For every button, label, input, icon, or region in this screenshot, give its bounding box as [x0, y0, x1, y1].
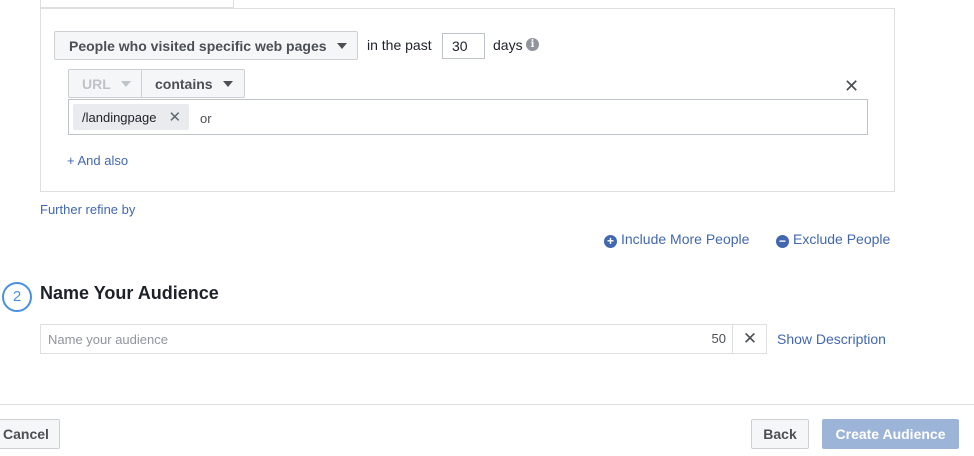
exclude-people-link[interactable]: − Exclude People: [776, 231, 890, 248]
section-title: Name Your Audience: [40, 283, 219, 303]
url-token-input[interactable]: /landingpage ✕ or: [68, 99, 868, 135]
further-refine-link[interactable]: Further refine by: [40, 202, 135, 217]
remove-token-close-icon[interactable]: ✕: [168, 108, 181, 126]
create-audience-button[interactable]: Create Audience: [822, 419, 959, 449]
plus-circle-icon: +: [604, 235, 617, 248]
audience-source-dropdown[interactable]: People who visited specific web pages: [54, 31, 358, 60]
show-description-link[interactable]: Show Description: [777, 331, 886, 347]
chevron-down-icon: [336, 42, 347, 49]
remove-rule-close-icon[interactable]: ✕: [844, 77, 859, 95]
days-label: days: [493, 37, 523, 53]
chevron-down-icon: [120, 80, 131, 87]
url-token-label: /landingpage: [82, 109, 157, 125]
cancel-button[interactable]: Cancel: [0, 419, 60, 449]
exclude-label: Exclude People: [793, 231, 891, 247]
url-dropdown-label: URL: [82, 75, 111, 92]
info-icon[interactable]: i: [526, 38, 539, 51]
clear-name-close-icon[interactable]: ✕: [732, 325, 767, 353]
days-input[interactable]: 30: [442, 33, 485, 59]
url-dropdown: URL: [68, 69, 142, 98]
include-more-people-link[interactable]: + Include More People: [604, 231, 749, 248]
char-count: 50: [711, 331, 726, 346]
previous-section-tab: [40, 0, 234, 8]
operator-dropdown[interactable]: contains: [141, 69, 245, 98]
audience-source-label: People who visited specific web pages: [69, 37, 327, 54]
back-button[interactable]: Back: [751, 419, 809, 449]
minus-circle-icon: −: [776, 235, 789, 248]
chevron-down-icon: [222, 80, 233, 87]
in-the-past-label: in the past: [367, 37, 432, 53]
audience-name-input[interactable]: [41, 325, 697, 353]
or-placeholder: or: [200, 111, 212, 126]
audience-name-field: 50 ✕: [40, 324, 767, 354]
url-token: /landingpage ✕: [73, 104, 190, 130]
footer-divider: [0, 404, 974, 405]
and-also-link[interactable]: + And also: [67, 153, 128, 168]
include-more-label: Include More People: [621, 231, 750, 247]
step-number-badge: 2: [2, 282, 32, 312]
operator-label: contains: [155, 75, 213, 92]
